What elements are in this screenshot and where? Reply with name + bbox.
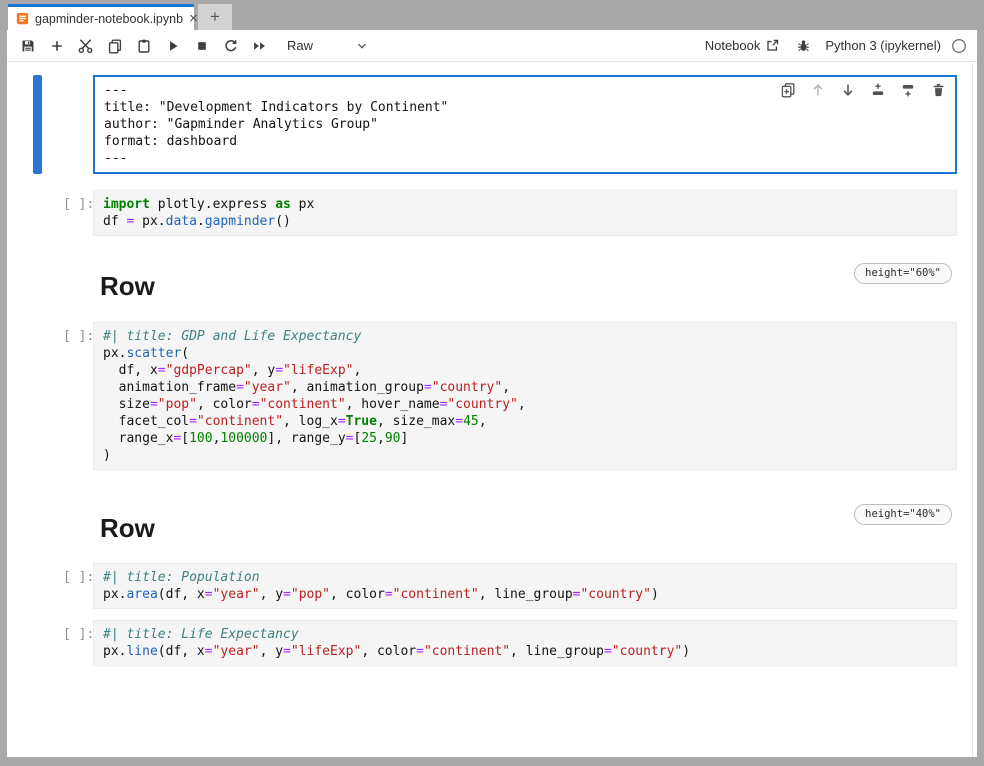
insert-cell-above-button[interactable] xyxy=(869,81,887,99)
delete-cell-button[interactable] xyxy=(929,81,947,99)
raw-yaml-cell[interactable]: --- title: "Development Indicators by Co… xyxy=(93,75,957,174)
height-badge-60: height="60%" xyxy=(854,263,952,284)
insert-above-icon xyxy=(870,82,886,98)
kernel-name[interactable]: Python 3 (ipykernel) xyxy=(825,38,941,53)
code-line: px.area(df, x="year", y="pop", color="co… xyxy=(103,586,947,603)
code-line: #| title: Life Expectancy xyxy=(103,626,947,643)
code-line: px.scatter( xyxy=(103,345,947,362)
paste-icon xyxy=(136,38,152,54)
fast-forward-icon xyxy=(251,38,268,54)
cell-toolbar xyxy=(779,81,947,99)
code-line: size="pop", color="continent", hover_nam… xyxy=(103,396,947,413)
debugger-button[interactable] xyxy=(796,38,811,53)
scissors-icon xyxy=(77,37,94,54)
save-icon xyxy=(20,38,36,54)
code-line: px.line(df, x="year", y="lifeExp", color… xyxy=(103,643,947,660)
cell-prompt: [ ]: xyxy=(63,196,97,213)
arrow-down-icon xyxy=(840,82,856,98)
code-line: df, x="gdpPercap", y="lifeExp", xyxy=(103,362,947,379)
notebook-file-icon xyxy=(16,12,29,25)
stop-icon xyxy=(194,38,210,54)
paste-cells-button[interactable] xyxy=(129,33,158,59)
code-line: title: "Development Indicators by Contin… xyxy=(104,99,946,116)
code-line: range_x=[100,100000], range_y=[25,90] xyxy=(103,430,947,447)
insert-cell-button[interactable] xyxy=(42,33,71,59)
code-line: facet_col="continent", log_x=True, size_… xyxy=(103,413,947,430)
tab-bar: gapminder-notebook.ipynb × + xyxy=(7,0,977,30)
insert-below-icon xyxy=(900,82,916,98)
notebook-toolbar: Raw Notebook xyxy=(7,30,977,62)
imports-code-cell[interactable]: import plotly.express as px df = px.data… xyxy=(93,190,957,236)
duplicate-icon xyxy=(780,82,796,98)
move-cell-up-button[interactable] xyxy=(809,81,827,99)
insert-cell-below-button[interactable] xyxy=(899,81,917,99)
row-heading-2[interactable]: Row xyxy=(100,513,155,543)
trash-icon xyxy=(931,82,946,98)
kernel-status-indicator[interactable] xyxy=(951,38,967,54)
code-line: format: dashboard xyxy=(104,133,946,150)
cell-type-dropdown[interactable]: Raw xyxy=(287,38,369,53)
new-tab-button[interactable]: + xyxy=(198,4,232,30)
duplicate-cell-button[interactable] xyxy=(779,81,797,99)
plus-icon xyxy=(49,38,65,54)
code-line: #| title: GDP and Life Expectancy xyxy=(103,328,947,345)
cell-prompt: [ ]: xyxy=(63,328,97,345)
cell-type-value: Raw xyxy=(287,38,313,53)
external-link-icon xyxy=(765,38,780,53)
restart-icon xyxy=(223,38,239,54)
height-badge-40: height="40%" xyxy=(854,504,952,525)
population-code-cell[interactable]: #| title: Population px.area(df, x="year… xyxy=(93,563,957,609)
cell-prompt: [ ]: xyxy=(63,569,97,586)
code-line: df = px.data.gapminder() xyxy=(103,213,947,230)
run-icon xyxy=(165,38,181,54)
tab-title: gapminder-notebook.ipynb xyxy=(35,12,183,26)
cell-prompt: [ ]: xyxy=(63,626,97,643)
code-line: author: "Gapminder Analytics Group" xyxy=(104,116,946,133)
restart-run-all-button[interactable] xyxy=(245,33,274,59)
notebook-content: --- title: "Development Indicators by Co… xyxy=(7,63,973,757)
open-in-notebook-button[interactable]: Notebook xyxy=(705,38,781,53)
notebook-label: Notebook xyxy=(705,38,761,53)
code-line: animation_frame="year", animation_group=… xyxy=(103,379,947,396)
life-expectancy-code-cell[interactable]: #| title: Life Expectancy px.line(df, x=… xyxy=(93,620,957,666)
code-line: --- xyxy=(104,150,946,167)
arrow-up-icon xyxy=(810,82,826,98)
run-cell-button[interactable] xyxy=(158,33,187,59)
cut-cells-button[interactable] xyxy=(71,33,100,59)
scatter-code-cell[interactable]: #| title: GDP and Life Expectancy px.sca… xyxy=(93,322,957,470)
code-line: #| title: Population xyxy=(103,569,947,586)
bug-icon xyxy=(796,38,811,53)
save-button[interactable] xyxy=(13,33,42,59)
chevron-down-icon xyxy=(355,39,369,53)
toolbar-right-group: Notebook Python 3 (ipykernel) xyxy=(705,38,967,54)
active-cell-collapser[interactable] xyxy=(33,75,42,174)
kernel-idle-circle-icon xyxy=(951,38,967,54)
copy-cells-button[interactable] xyxy=(100,33,129,59)
row-heading-1[interactable]: Row xyxy=(100,271,155,301)
interrupt-kernel-button[interactable] xyxy=(187,33,216,59)
tab-gapminder-notebook[interactable]: gapminder-notebook.ipynb × xyxy=(8,4,194,30)
tab-close-icon[interactable]: × xyxy=(189,11,198,26)
move-cell-down-button[interactable] xyxy=(839,81,857,99)
restart-kernel-button[interactable] xyxy=(216,33,245,59)
notebook-panel: Raw Notebook xyxy=(7,30,977,757)
copy-icon xyxy=(107,38,123,54)
code-line: ) xyxy=(103,447,947,464)
code-line: import plotly.express as px xyxy=(103,196,947,213)
